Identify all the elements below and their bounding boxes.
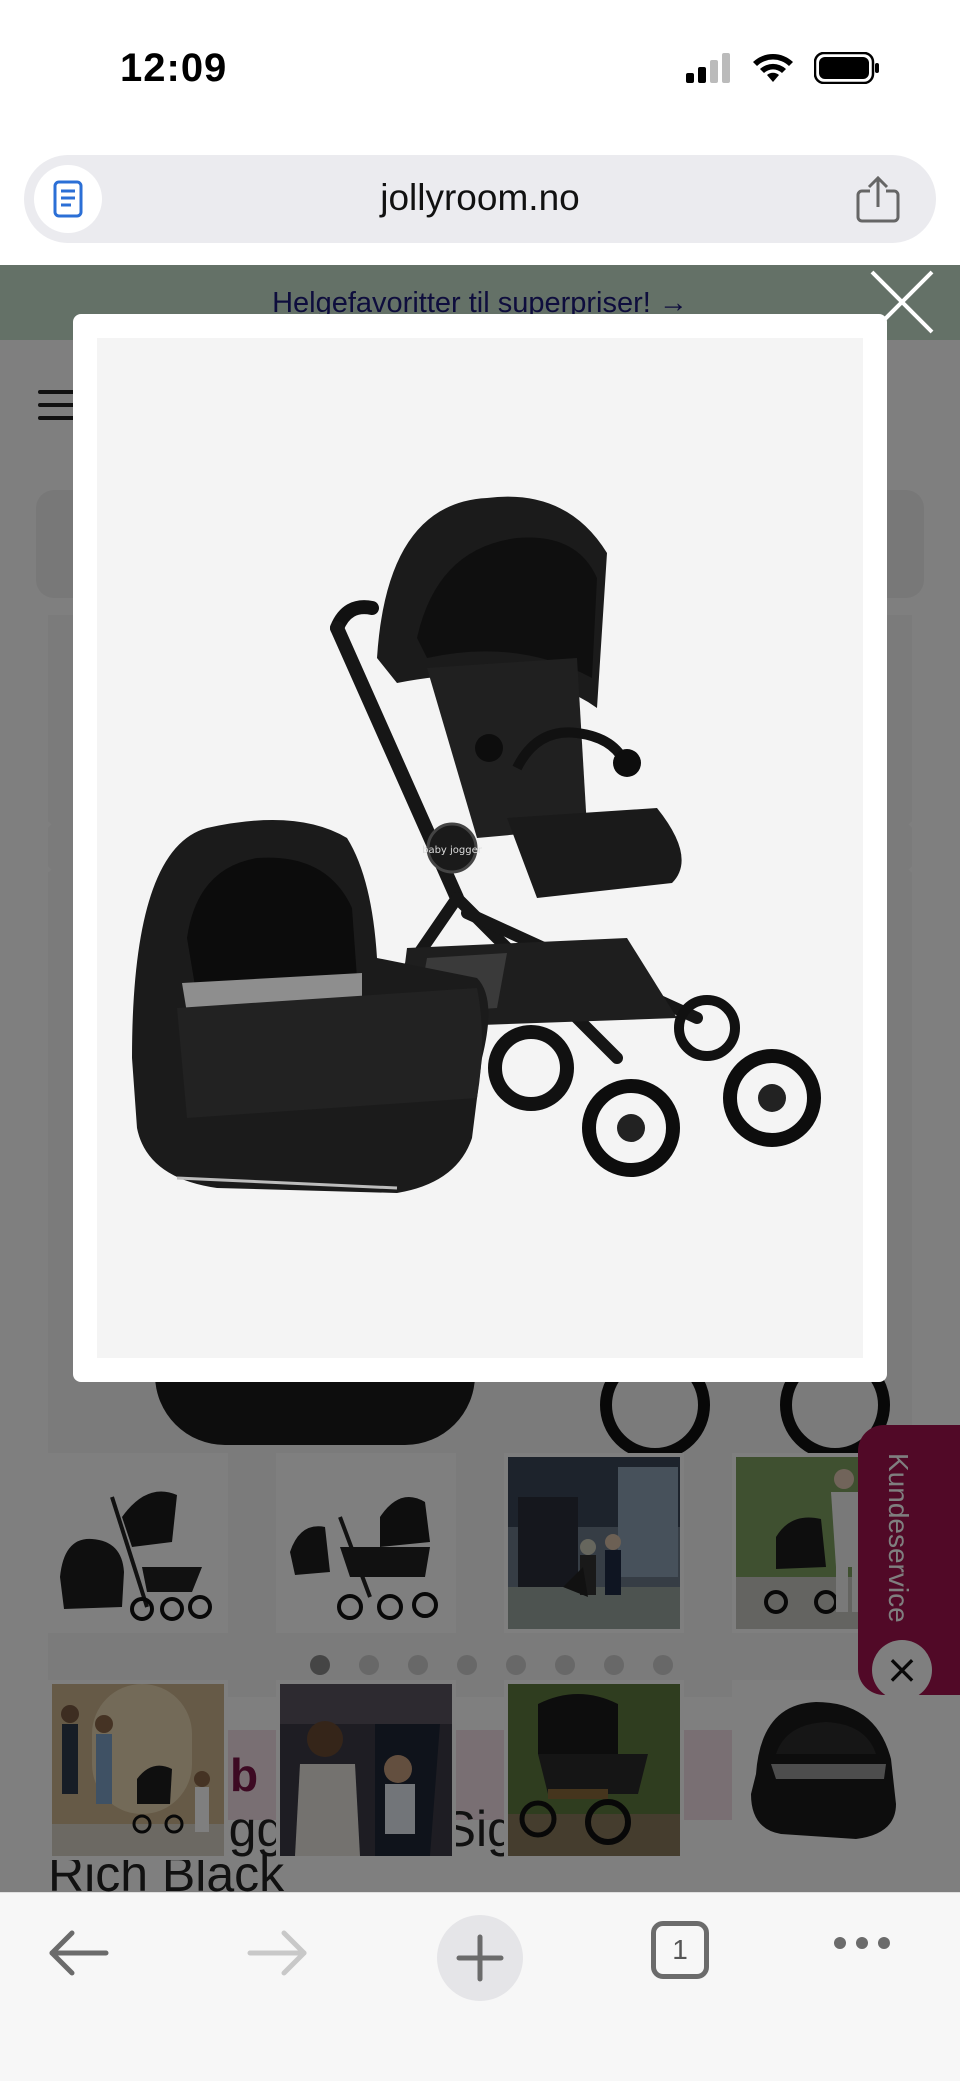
- product-image: baby jogger: [97, 338, 863, 1358]
- share-button[interactable]: [854, 175, 902, 225]
- browser-toolbar: 1: [0, 1892, 960, 2081]
- share-icon: [856, 175, 900, 223]
- wifi-icon: [753, 54, 793, 82]
- signal-icon: [686, 53, 730, 83]
- back-arrow-icon[interactable]: [38, 1923, 118, 1983]
- browser-chrome: jollyroom.no: [0, 140, 960, 265]
- status-icons: [686, 52, 880, 84]
- tab-count-button[interactable]: 1: [651, 1921, 709, 1979]
- new-tab-button[interactable]: [437, 1915, 523, 2001]
- battery-icon: [814, 52, 879, 84]
- plus-icon: [456, 1934, 504, 1982]
- image-lightbox: baby jogger: [73, 314, 887, 1382]
- stroller-illustration: baby jogger: [132, 496, 821, 1193]
- url-text[interactable]: jollyroom.no: [24, 177, 936, 219]
- more-icon[interactable]: [834, 1937, 890, 1949]
- status-bar: 12:09: [0, 0, 960, 140]
- address-bar[interactable]: jollyroom.no: [24, 155, 936, 243]
- brand-logo-text: baby jogger: [422, 845, 483, 856]
- status-time: 12:09: [120, 46, 228, 90]
- forward-arrow-icon[interactable]: [238, 1923, 318, 1983]
